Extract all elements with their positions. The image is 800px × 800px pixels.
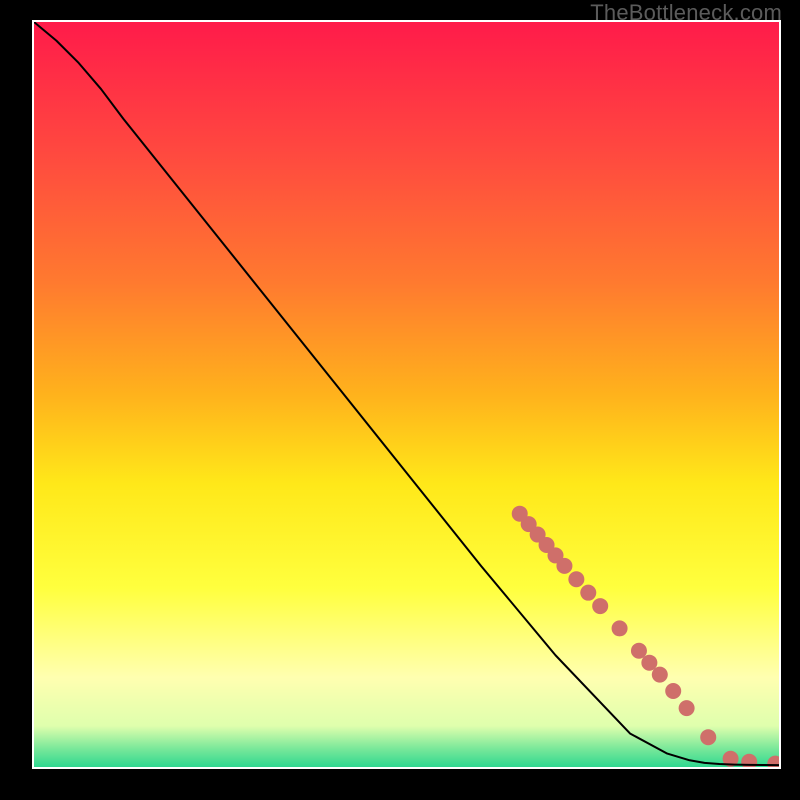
marker-dot: [700, 729, 716, 745]
marker-dot: [612, 620, 628, 636]
plot-svg: [32, 20, 781, 769]
marker-dot: [568, 571, 584, 587]
marker-dot: [665, 683, 681, 699]
marker-dot: [652, 667, 668, 683]
marker-dot: [556, 558, 572, 574]
marker-dot: [679, 700, 695, 716]
marker-dot: [580, 585, 596, 601]
chart-stage: TheBottleneck.com: [0, 0, 800, 800]
marker-dot: [592, 598, 608, 614]
gradient-background: [34, 22, 779, 767]
plot-area: [32, 20, 781, 769]
